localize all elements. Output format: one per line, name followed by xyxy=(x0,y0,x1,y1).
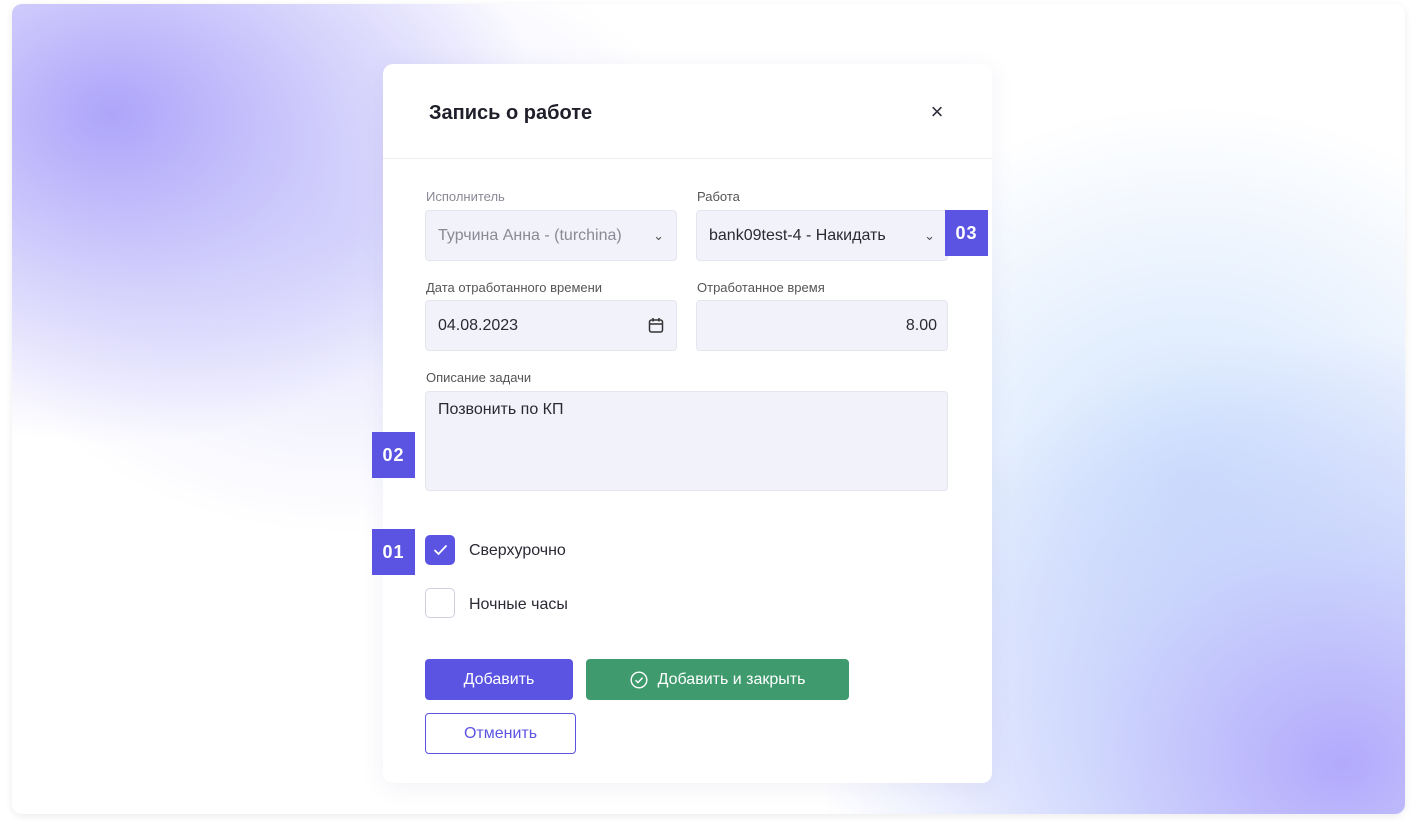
hours-input[interactable]: 8.00 xyxy=(696,300,948,351)
date-value: 04.08.2023 xyxy=(438,316,519,334)
calendar-icon[interactable] xyxy=(648,317,664,339)
check-circle-icon xyxy=(630,670,648,689)
badge-02: 02 xyxy=(372,432,415,478)
work-select[interactable]: bank09test-4 - Накидать ⌄ xyxy=(696,210,948,261)
night-hours-checkbox[interactable] xyxy=(425,588,455,618)
hours-value: 8.00 xyxy=(905,316,937,334)
executor-select[interactable]: Турчина Анна - (turchina) ⌄ xyxy=(425,210,677,261)
dialog-title: Запись о работе xyxy=(429,102,593,124)
hours-label: Отработанное время xyxy=(697,280,825,295)
description-label: Описание задачи xyxy=(426,370,532,385)
badge-01: 01 xyxy=(372,529,415,575)
check-icon xyxy=(433,544,448,556)
cancel-button[interactable]: Отменить xyxy=(425,713,576,754)
description-value: Позвонить по КП xyxy=(438,401,564,418)
chevron-down-icon: ⌄ xyxy=(653,227,664,243)
overtime-label[interactable]: Сверхурочно xyxy=(469,542,566,560)
work-value: bank09test-4 - Накидать xyxy=(709,226,886,244)
dialog-header: Запись о работе × xyxy=(383,64,992,159)
description-textarea[interactable]: Позвонить по КП xyxy=(425,391,948,491)
executor-label: Исполнитель xyxy=(426,189,505,204)
night-hours-label[interactable]: Ночные часы xyxy=(469,596,568,614)
badge-03: 03 xyxy=(945,210,988,256)
work-record-dialog: Запись о работе × Исполнитель Турчина Ан… xyxy=(383,64,992,783)
date-label: Дата отработанного времени xyxy=(426,280,603,295)
add-and-close-button[interactable]: Добавить и закрыть xyxy=(586,659,849,700)
add-button[interactable]: Добавить xyxy=(425,659,573,700)
add-and-close-label: Добавить и закрыть xyxy=(657,670,806,688)
work-label: Работа xyxy=(697,189,740,204)
date-input[interactable]: 04.08.2023 xyxy=(425,300,677,351)
chevron-down-icon: ⌄ xyxy=(924,227,935,243)
overtime-checkbox[interactable] xyxy=(425,535,455,565)
executor-value: Турчина Анна - (turchina) xyxy=(438,226,622,244)
close-icon[interactable]: × xyxy=(926,101,948,123)
